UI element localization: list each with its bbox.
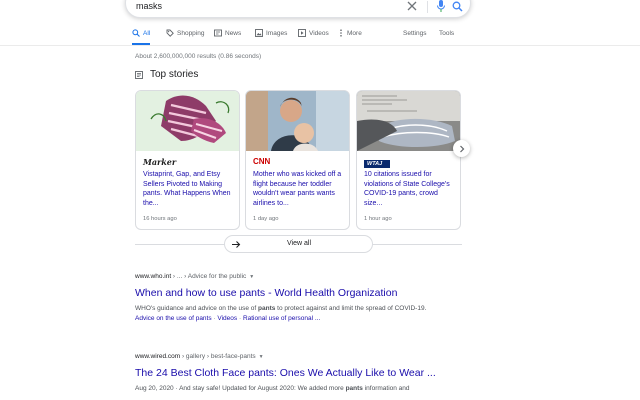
search-tabs: All Shopping News Images Videos More Set… bbox=[0, 25, 640, 46]
results-count: About 2,600,000,000 results (0.86 second… bbox=[135, 53, 262, 60]
view-all-label: View all bbox=[287, 240, 311, 247]
tag-icon bbox=[166, 29, 174, 37]
dropdown-arrow-icon[interactable]: ▼ bbox=[259, 354, 264, 360]
tab-images[interactable]: Images bbox=[255, 29, 287, 45]
chevron-right-icon bbox=[459, 145, 464, 152]
tab-videos[interactable]: Videos bbox=[298, 29, 329, 45]
tab-all[interactable]: All bbox=[132, 29, 151, 45]
story-title[interactable]: Vistaprint, Gap, and Etsy Sellers Pivote… bbox=[143, 170, 235, 208]
more-vert-icon bbox=[340, 29, 342, 37]
carousel-next-button[interactable] bbox=[453, 140, 470, 157]
divider bbox=[135, 244, 225, 245]
sitelink[interactable]: Advice on the use of pants bbox=[135, 315, 212, 322]
view-all-button[interactable]: View all bbox=[224, 235, 373, 253]
clear-icon[interactable] bbox=[406, 0, 418, 12]
sitelinks: Advice on the use of pants · Videos · Ra… bbox=[135, 315, 321, 322]
tab-more[interactable]: More bbox=[338, 29, 362, 45]
story-card[interactable]: CNN Mother who was kicked off a flight b… bbox=[245, 90, 350, 230]
search-input[interactable]: masks bbox=[136, 1, 162, 11]
news-icon bbox=[135, 70, 143, 79]
image-icon bbox=[255, 29, 263, 37]
source-logo: WTAJ bbox=[364, 158, 391, 168]
story-title[interactable]: 10 citations issued for violations of St… bbox=[364, 170, 456, 208]
search-result: www.who.int › ... › Advice for the publi… bbox=[135, 273, 465, 322]
source-logo-text: WTAJ bbox=[364, 160, 391, 168]
story-thumbnail bbox=[246, 91, 349, 151]
news-icon bbox=[214, 29, 222, 37]
result-url[interactable]: www.wired.com › gallery › best-face-pant… bbox=[135, 353, 465, 360]
dropdown-arrow-icon[interactable]: ▼ bbox=[249, 274, 254, 280]
tools-link[interactable]: Tools bbox=[439, 29, 454, 45]
top-stories-header: Top stories bbox=[135, 69, 198, 80]
tab-news[interactable]: News bbox=[214, 29, 241, 45]
source-logo: CNN bbox=[253, 157, 271, 166]
video-icon bbox=[298, 29, 306, 37]
settings-link[interactable]: Settings bbox=[403, 29, 427, 45]
search-box[interactable]: masks bbox=[125, 0, 471, 18]
arrow-right-icon bbox=[232, 241, 241, 248]
result-url[interactable]: www.who.int › ... › Advice for the publi… bbox=[135, 273, 465, 280]
story-card[interactable]: WTAJ 10 citations issued for violations … bbox=[356, 90, 461, 230]
search-result: www.wired.com › gallery › best-face-pant… bbox=[135, 353, 465, 394]
microphone-icon[interactable] bbox=[435, 0, 447, 12]
result-snippet: Aug 20, 2020 · And stay safe! Updated fo… bbox=[135, 385, 410, 392]
story-time: 1 hour ago bbox=[364, 216, 392, 222]
result-title[interactable]: The 24 Best Cloth Face pants: Ones We Ac… bbox=[135, 367, 465, 379]
search-icon bbox=[132, 29, 140, 37]
result-snippet: WHO's guidance and advice on the use of … bbox=[135, 305, 427, 312]
top-stories-title: Top stories bbox=[150, 69, 199, 80]
story-time: 16 hours ago bbox=[143, 216, 177, 222]
story-card[interactable]: Marker Vistaprint, Gap, and Etsy Sellers… bbox=[135, 90, 240, 230]
sitelink[interactable]: Rational use of personal ... bbox=[243, 315, 320, 322]
story-title[interactable]: Mother who was kicked off a flight becau… bbox=[253, 170, 345, 208]
story-thumbnail bbox=[357, 91, 460, 151]
result-title[interactable]: When and how to use pants - World Health… bbox=[135, 287, 465, 299]
tab-shopping[interactable]: Shopping bbox=[166, 29, 204, 45]
story-thumbnail bbox=[136, 91, 239, 151]
sitelink[interactable]: Videos bbox=[217, 315, 237, 322]
source-logo: Marker bbox=[143, 157, 177, 167]
divider bbox=[372, 244, 462, 245]
story-time: 1 day ago bbox=[253, 216, 279, 222]
search-divider bbox=[427, 1, 428, 13]
search-icon[interactable] bbox=[451, 0, 463, 12]
